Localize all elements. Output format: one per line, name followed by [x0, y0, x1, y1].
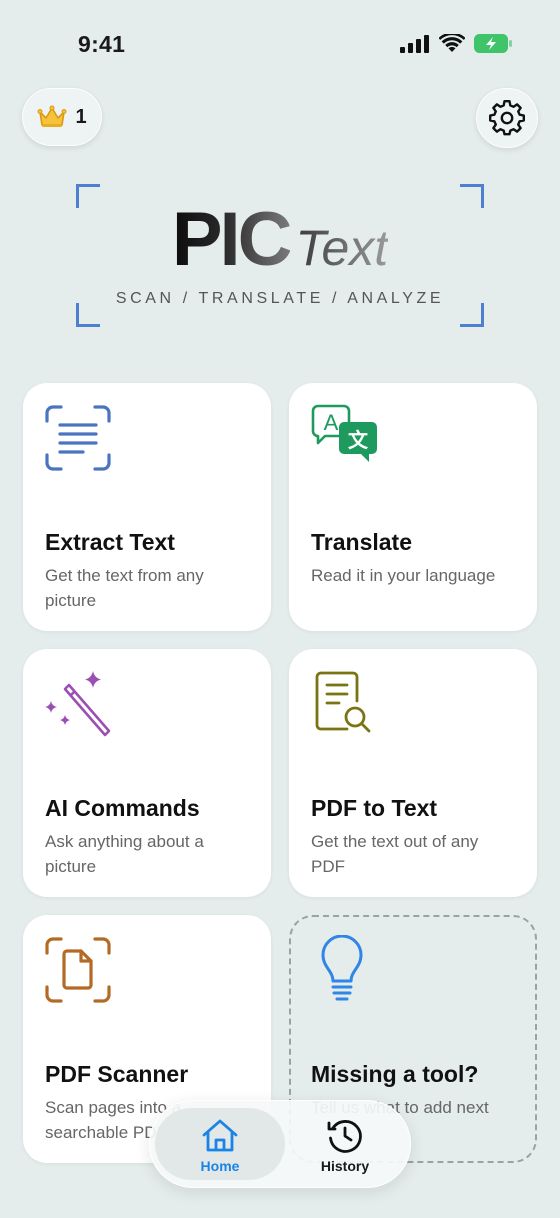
- scan-text-icon: [45, 405, 111, 471]
- ai-commands-card[interactable]: AI Commands Ask anything about a picture: [23, 649, 271, 897]
- magic-wand-icon: [45, 671, 111, 737]
- crown-icon: [37, 105, 67, 127]
- tab-home[interactable]: Home: [155, 1108, 285, 1180]
- card-subtitle: Read it in your language: [311, 566, 496, 585]
- tab-bar: Home History: [149, 1100, 411, 1188]
- card-title: Missing a tool?: [311, 1061, 479, 1087]
- tab-label: History: [320, 1158, 370, 1174]
- logo-pic: PIC: [171, 197, 293, 282]
- card-subtitle: Get the text out of any PDF: [311, 832, 479, 876]
- card-title: PDF Scanner: [45, 1061, 189, 1087]
- lightbulb-icon: [321, 935, 363, 1001]
- status-bar: 9:41: [0, 0, 560, 90]
- tab-history[interactable]: History: [285, 1108, 405, 1180]
- document-search-icon: [315, 671, 371, 733]
- cellular-signal-icon: [400, 34, 429, 53]
- translate-icon: A 文: [311, 404, 377, 462]
- credits-count: 1: [75, 105, 87, 128]
- card-subtitle: Get the text from any picture: [45, 566, 204, 610]
- svg-text:A: A: [324, 410, 339, 435]
- status-time: 9:41: [78, 31, 126, 57]
- translate-card[interactable]: A 文 Translate Read it in your language: [289, 383, 537, 631]
- card-title: Extract Text: [45, 529, 175, 555]
- history-icon: [327, 1120, 362, 1153]
- wifi-icon: [439, 34, 465, 52]
- card-title: AI Commands: [45, 795, 200, 821]
- pdf-to-text-card[interactable]: PDF to Text Get the text out of any PDF: [289, 649, 537, 897]
- premium-credits-button[interactable]: 1: [22, 88, 102, 146]
- tab-label: Home: [200, 1158, 240, 1174]
- logo-text: Text: [295, 220, 389, 276]
- status-icons: [400, 34, 512, 53]
- svg-text:文: 文: [348, 428, 369, 452]
- app-logo: PIC Text SCAN / TRANSLATE / ANALYZE: [76, 184, 484, 327]
- card-title: PDF to Text: [311, 795, 438, 821]
- gear-icon: [489, 100, 525, 136]
- extract-text-card[interactable]: Extract Text Get the text from any pictu…: [23, 383, 271, 631]
- card-title: Translate: [311, 529, 412, 555]
- card-subtitle: Ask anything about a picture: [45, 832, 204, 876]
- tagline: SCAN / TRANSLATE / ANALYZE: [115, 290, 445, 307]
- settings-button[interactable]: [476, 88, 538, 148]
- battery-charging-icon: [474, 34, 512, 53]
- scan-document-icon: [45, 937, 111, 1003]
- house-icon: [202, 1119, 238, 1152]
